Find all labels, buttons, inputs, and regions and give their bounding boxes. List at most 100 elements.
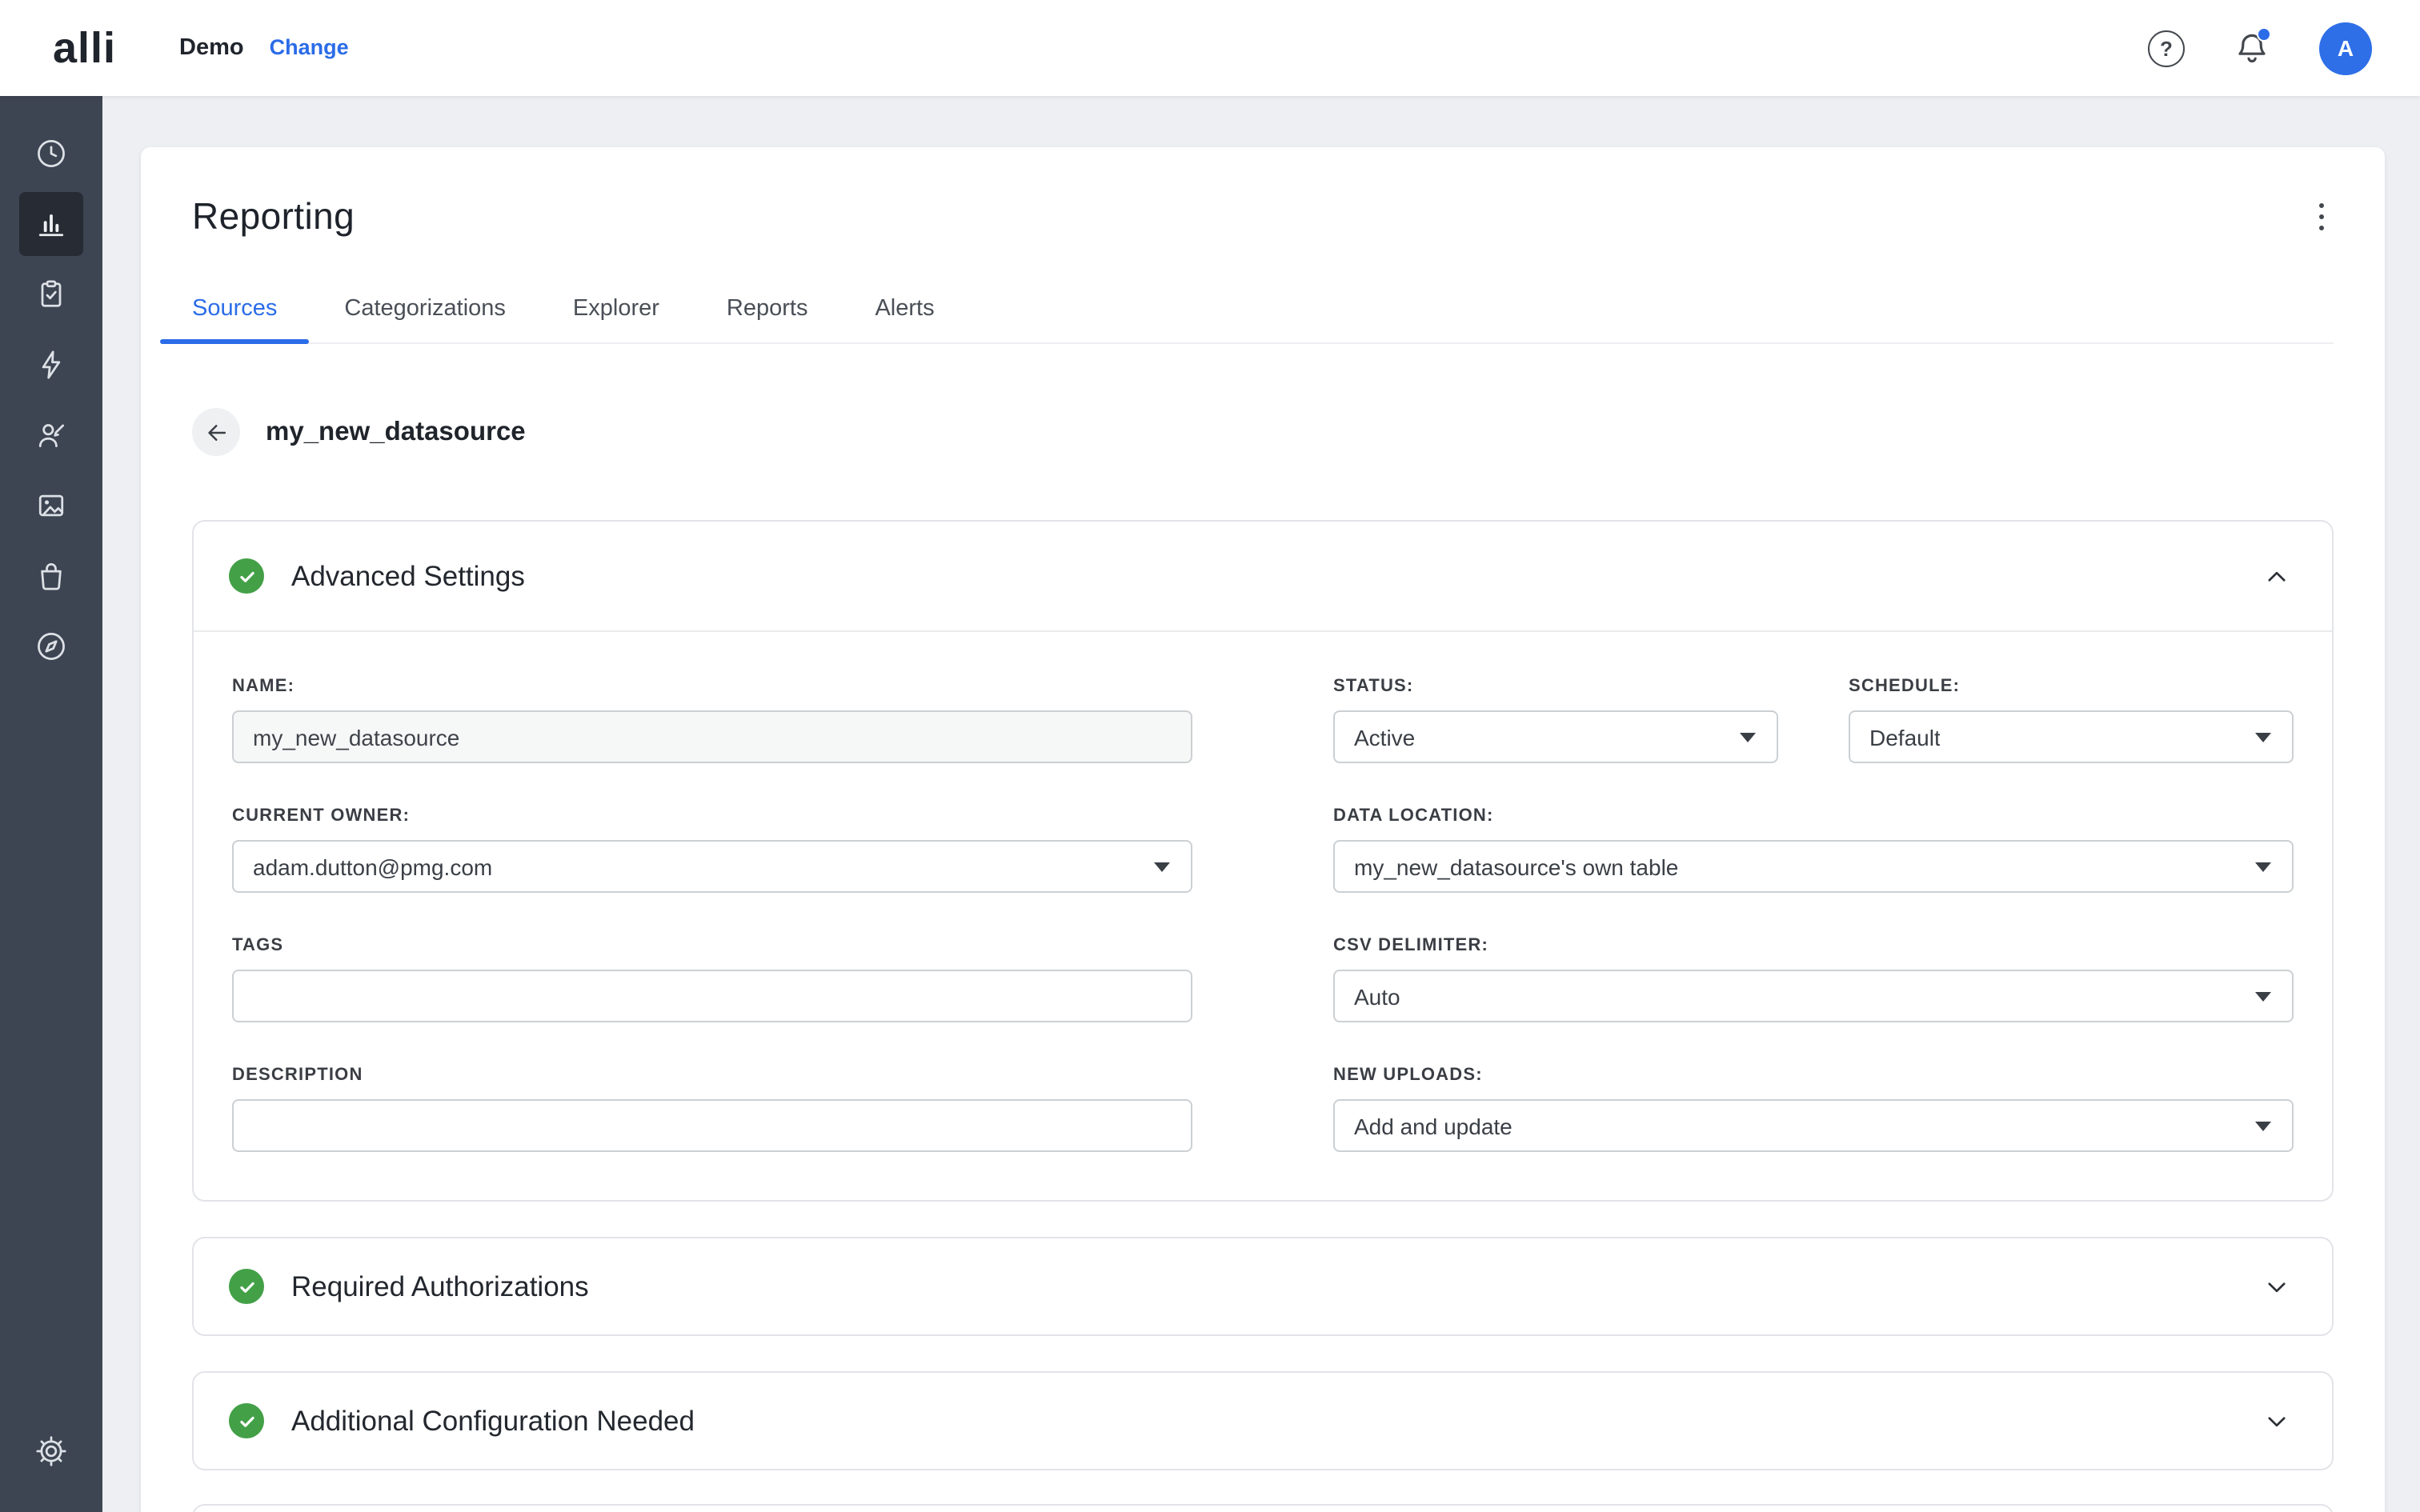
sidebar-item-reporting[interactable]: [19, 192, 83, 256]
schedule-value: Default: [1869, 724, 1941, 750]
reporting-card: Reporting Sources Categorizations Explor…: [141, 147, 2385, 1512]
advanced-settings-body: NAME: CURRENT OWNER: adam.dutton@pmg.com: [194, 630, 2332, 1200]
sidebar-item-tasks[interactable]: [19, 262, 83, 326]
data-location-field-group: DATA LOCATION: my_new_datasource's own t…: [1333, 806, 2294, 893]
gear-icon: [34, 1434, 69, 1469]
image-icon: [34, 488, 69, 523]
sidebar-item-automations[interactable]: [19, 333, 83, 397]
app-root: alli Demo Change ? A: [0, 0, 2420, 1512]
sidebar-item-shopping[interactable]: [19, 544, 83, 608]
notification-badge: [2257, 27, 2271, 42]
caret-down-icon: [1154, 862, 1170, 872]
alli-logo: alli: [0, 23, 179, 73]
page-title: Reporting: [192, 195, 355, 238]
notifications-button[interactable]: [2233, 29, 2271, 67]
topbar-actions: ? A: [2148, 22, 2420, 74]
back-button[interactable]: [192, 408, 240, 456]
advanced-settings-title: Advanced Settings: [291, 559, 525, 593]
status-select[interactable]: Active: [1333, 710, 1778, 763]
status-value: Active: [1354, 724, 1415, 750]
next-panel-sliver: [192, 1504, 2334, 1512]
new-uploads-label: NEW UPLOADS:: [1333, 1066, 2294, 1085]
sidebar-item-settings[interactable]: [19, 1419, 83, 1483]
caret-down-icon: [2255, 862, 2271, 872]
current-owner-select[interactable]: adam.dutton@pmg.com: [232, 840, 1192, 893]
tab-categorizations[interactable]: Categorizations: [344, 296, 506, 342]
advanced-settings-header[interactable]: Advanced Settings: [194, 522, 2332, 630]
caret-down-icon: [1740, 733, 1756, 742]
name-label: NAME:: [232, 677, 1192, 696]
tab-explorer[interactable]: Explorer: [573, 296, 659, 342]
data-location-select[interactable]: my_new_datasource's own table: [1333, 840, 2294, 893]
additional-configuration-title: Additional Configuration Needed: [291, 1404, 695, 1438]
chevron-down-icon[interactable]: [2263, 1407, 2290, 1434]
required-authorizations-panel: Required Authorizations: [192, 1237, 2334, 1336]
datasource-title: my_new_datasource: [266, 417, 526, 447]
new-uploads-select[interactable]: Add and update: [1333, 1099, 2294, 1152]
form-column-right: STATUS: Active SCHEDULE: Defau: [1333, 677, 2294, 1152]
tab-reports[interactable]: Reports: [727, 296, 808, 342]
csv-delimiter-label: CSV DELIMITER:: [1333, 936, 2294, 955]
name-input[interactable]: [232, 710, 1192, 763]
check-circle-icon: [229, 1403, 264, 1438]
main-content: Reporting Sources Categorizations Explor…: [102, 96, 2420, 1512]
tab-sources[interactable]: Sources: [192, 296, 277, 342]
required-authorizations-header[interactable]: Required Authorizations: [194, 1238, 2332, 1334]
status-field-group: STATUS: Active: [1333, 677, 1778, 763]
top-bar: alli Demo Change ? A: [0, 0, 2420, 96]
form-column-left: NAME: CURRENT OWNER: adam.dutton@pmg.com: [232, 677, 1192, 1152]
tags-input[interactable]: [232, 970, 1192, 1022]
sidebar: [0, 96, 102, 1512]
chevron-up-icon[interactable]: [2263, 562, 2290, 590]
lightning-icon: [34, 347, 69, 382]
caret-down-icon: [2255, 733, 2271, 742]
csv-delimiter-field-group: CSV DELIMITER: Auto: [1333, 936, 2294, 1022]
description-input[interactable]: [232, 1099, 1192, 1152]
avatar[interactable]: A: [2319, 22, 2372, 74]
new-uploads-value: Add and update: [1354, 1113, 1512, 1138]
current-owner-field-group: CURRENT OWNER: adam.dutton@pmg.com: [232, 806, 1192, 893]
advanced-settings-panel: Advanced Settings NAME:: [192, 520, 2334, 1202]
tags-label: TAGS: [232, 936, 1192, 955]
additional-configuration-panel: Additional Configuration Needed: [192, 1371, 2334, 1470]
new-uploads-field-group: NEW UPLOADS: Add and update: [1333, 1066, 2294, 1152]
required-authorizations-title: Required Authorizations: [291, 1270, 589, 1303]
description-field-group: DESCRIPTION: [232, 1066, 1192, 1152]
bar-chart-icon: [34, 206, 69, 242]
schedule-label: SCHEDULE:: [1849, 677, 2294, 696]
arrow-left-icon: [202, 418, 230, 446]
sidebar-item-audiences[interactable]: [19, 403, 83, 467]
status-label: STATUS:: [1333, 677, 1778, 696]
sidebar-item-explore[interactable]: [19, 614, 83, 678]
tab-bar: Sources Categorizations Explorer Reports…: [192, 296, 2334, 344]
csv-delimiter-select[interactable]: Auto: [1333, 970, 2294, 1022]
check-circle-icon: [229, 558, 264, 594]
compass-icon: [34, 629, 69, 664]
chevron-down-icon[interactable]: [2263, 1273, 2290, 1300]
sidebar-item-creative[interactable]: [19, 474, 83, 538]
csv-delimiter-value: Auto: [1354, 983, 1400, 1009]
current-owner-value: adam.dutton@pmg.com: [253, 854, 492, 879]
schedule-select[interactable]: Default: [1849, 710, 2294, 763]
description-label: DESCRIPTION: [232, 1066, 1192, 1085]
sidebar-item-dashboard[interactable]: [19, 122, 83, 186]
schedule-field-group: SCHEDULE: Default: [1849, 677, 2294, 763]
dashboard-icon: [34, 136, 69, 171]
tags-field-group: TAGS: [232, 936, 1192, 1022]
status-schedule-row: STATUS: Active SCHEDULE: Defau: [1333, 677, 2294, 763]
account-switcher: Demo Change: [179, 35, 349, 61]
shopping-bag-icon: [34, 558, 69, 594]
data-location-value: my_new_datasource's own table: [1354, 854, 1678, 879]
kebab-menu-icon[interactable]: [2309, 197, 2334, 238]
additional-configuration-header[interactable]: Additional Configuration Needed: [194, 1373, 2332, 1469]
help-icon[interactable]: ?: [2148, 30, 2185, 66]
check-circle-icon: [229, 1269, 264, 1304]
caret-down-icon: [2255, 1122, 2271, 1131]
tab-alerts[interactable]: Alerts: [875, 296, 934, 342]
change-account-link[interactable]: Change: [270, 35, 349, 59]
current-owner-label: CURRENT OWNER:: [232, 806, 1192, 826]
clipboard-icon: [34, 277, 69, 312]
caret-down-icon: [2255, 992, 2271, 1002]
user-edit-icon: [34, 418, 69, 453]
name-field-group: NAME:: [232, 677, 1192, 763]
